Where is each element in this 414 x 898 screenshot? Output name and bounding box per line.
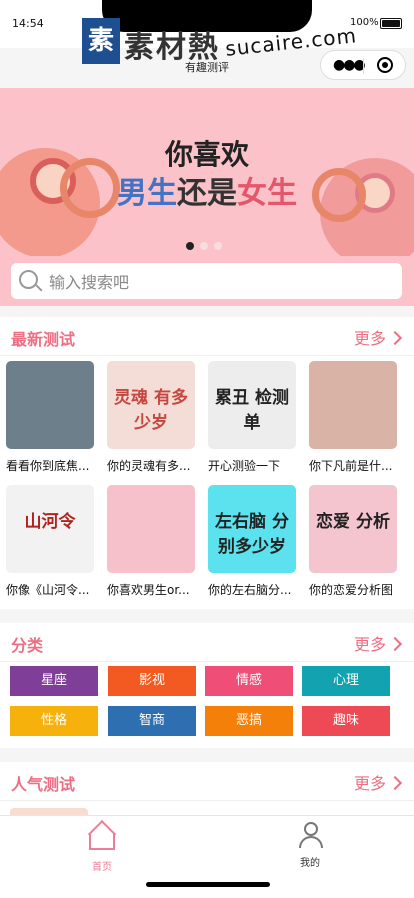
test-card[interactable]: 累丑 检测单开心测验一下 [208,361,302,474]
latest-header: 最新测试 更多 [0,317,414,356]
test-caption: 开心测验一下 [208,459,281,473]
more-link[interactable]: 更多 [353,325,403,349]
test-card[interactable]: 看看你到底焦... [6,361,100,474]
banner-carousel[interactable]: 你喜欢 男生还是女生 [0,88,414,256]
tab-home[interactable]: 首页 [72,822,132,873]
carousel-indicator [186,235,228,254]
category-button[interactable]: 影视 [108,666,196,696]
category-button[interactable]: 星座 [10,666,98,696]
banner-mid: 还是 [177,176,237,211]
category-button[interactable]: 情感 [205,666,293,696]
test-thumbnail: 灵魂 有多少岁 [107,361,195,449]
category-button[interactable]: 恶搞 [205,706,293,736]
test-thumbnail [309,361,397,449]
banner-female: 女生 [237,176,297,211]
carousel-dot[interactable] [186,242,194,250]
more-link[interactable]: 更多 [353,770,403,794]
chevron-right-icon [387,636,403,652]
tab-home-label: 首页 [92,862,112,873]
status-time: 14:54 [12,17,44,30]
more-link[interactable]: 更多 [353,631,403,655]
more-label: 更多 [353,774,386,793]
thumbnail-text: 累丑 检测单 [215,388,289,433]
thumbnail-text: 恋爱 分析 [316,512,390,532]
popular-header: 人气测试 更多 [0,762,414,801]
category-button[interactable]: 心理 [302,666,390,696]
test-thumbnail [107,485,195,573]
latest-section: 最新测试 更多 看看你到底焦... 灵魂 有多少岁 你的灵魂有多... 累丑 检测单开… [0,317,414,609]
category-header: 分类 更多 [0,623,414,662]
test-caption: 你喜欢男生or... [107,583,190,597]
test-card[interactable]: 你喜欢男生or... [107,485,201,598]
search-input[interactable] [47,269,391,295]
thumbnail-text: 山河令 [24,512,76,532]
test-card[interactable]: 山河令你像《山河令... [6,485,100,598]
banner-line1: 你喜欢 [164,138,249,171]
test-card[interactable]: 灵魂 有多少岁你的灵魂有多... [107,361,201,474]
capsule-divider [363,58,364,74]
home-indicator [146,882,270,887]
section-title: 最新测试 [11,330,76,349]
category-section: 分类 更多 星座 影视 情感 心理性格 智商 恶搞 趣味 [0,623,414,748]
test-caption: 看看你到底焦... [6,459,90,473]
more-label: 更多 [353,329,386,348]
test-caption: 你的恋爱分析图 [309,583,394,597]
test-caption: 你像《山河令... [6,583,90,597]
tab-mine-label: 我的 [300,858,320,869]
search-bar[interactable] [11,263,402,299]
test-card[interactable]: 恋爱 分析你的恋爱分析图 [309,485,403,598]
chevron-right-icon [387,330,403,346]
test-caption: 你下凡前是什... [309,459,393,473]
chevron-right-icon [387,775,403,791]
carousel-dot[interactable] [200,242,208,250]
test-thumbnail [6,361,94,449]
test-caption: 你的灵魂有多... [107,459,191,473]
test-card[interactable]: 你下凡前是什... [309,361,403,474]
test-thumbnail: 左右脑 分别多少岁 [208,485,296,573]
thumbnail-text: 灵魂 有多少岁 [114,388,188,433]
test-caption: 你的左右脑分... [208,583,292,597]
more-dots-icon[interactable]: ●●● [333,57,366,73]
watermark-mark: 素 [82,18,120,64]
tab-mine[interactable]: 我的 [280,822,340,869]
battery-icon [380,18,402,29]
user-icon [297,822,323,850]
test-thumbnail: 山河令 [6,485,94,573]
battery-fill [382,20,400,27]
test-card[interactable]: 左右脑 分别多少岁你的左右脑分... [208,485,302,598]
category-button[interactable]: 智商 [108,706,196,736]
carousel-dot[interactable] [214,242,222,250]
test-thumbnail: 累丑 检测单 [208,361,296,449]
section-title: 分类 [11,636,44,655]
test-thumbnail: 恋爱 分析 [309,485,397,573]
popular-section: 人气测试 更多 [0,762,414,822]
close-target-icon[interactable] [377,57,393,73]
banner-male: 男生 [117,176,177,211]
thumbnail-text: 左右脑 分别多少岁 [215,512,289,557]
search-icon [19,270,38,289]
banner-line2: 男生还是女生 [0,168,414,212]
mini-program-capsule[interactable]: ●●● [320,50,406,80]
home-icon [89,834,115,850]
more-label: 更多 [353,635,386,654]
category-button[interactable]: 趣味 [302,706,390,736]
section-title: 人气测试 [11,775,76,794]
category-button[interactable]: 性格 [10,706,98,736]
